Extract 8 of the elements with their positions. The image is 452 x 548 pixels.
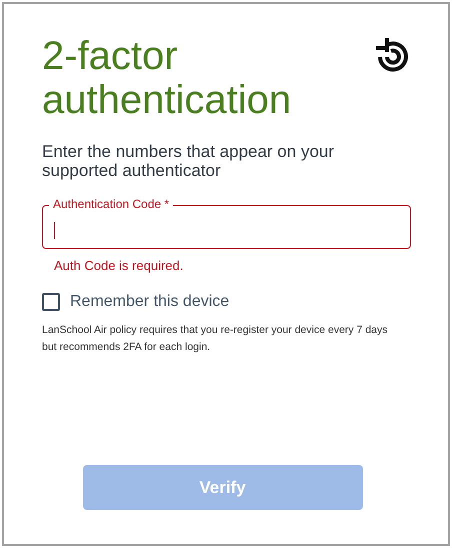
- text-cursor: [54, 222, 55, 238]
- instructions: Enter the numbers that appear on your supported authenticator: [42, 142, 336, 180]
- logo-icon: [375, 36, 411, 72]
- checkbox[interactable]: [42, 293, 60, 311]
- error-message: Auth Code is required.: [54, 257, 184, 274]
- page-title: 2-factor authentication: [42, 34, 292, 122]
- policy-note: LanSchool Air policy requires that you re-register your device every 7 days but recommends 2FA for each login.: [42, 323, 389, 355]
- checkbox-label: Remember this device: [70, 292, 230, 312]
